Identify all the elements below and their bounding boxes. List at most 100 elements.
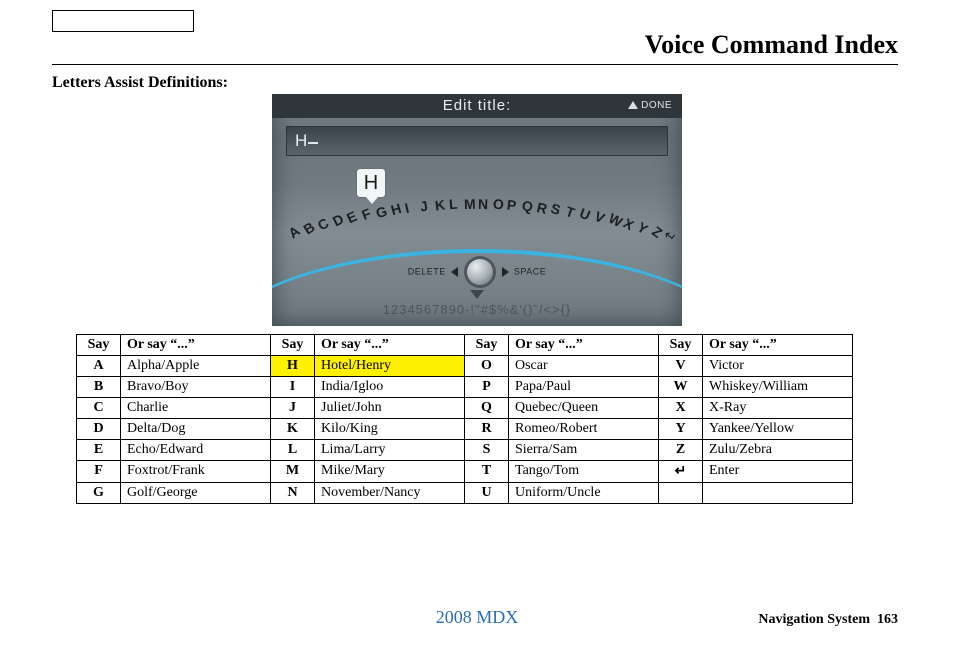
say-cell: C xyxy=(77,398,121,419)
control-knob-icon[interactable] xyxy=(467,259,493,285)
arc-letter[interactable]: K xyxy=(434,197,446,214)
say-cell: F xyxy=(77,461,121,483)
title-rule xyxy=(52,64,898,65)
orsay-cell: Bravo/Boy xyxy=(121,377,271,398)
footer-page-number: 163 xyxy=(877,612,898,627)
arc-letter[interactable]: Q xyxy=(521,197,535,215)
header-orsay: Or say “...” xyxy=(315,335,465,356)
orsay-cell: Lima/Larry xyxy=(315,440,465,461)
input-value: H xyxy=(295,131,308,150)
right-triangle-icon xyxy=(502,267,509,277)
arc-letter[interactable]: G xyxy=(374,202,389,221)
header-orsay: Or say “...” xyxy=(703,335,853,356)
say-cell: Y xyxy=(659,419,703,440)
arc-letter[interactable]: E xyxy=(344,208,359,226)
orsay-cell: Kilo/King xyxy=(315,419,465,440)
arc-letter[interactable]: H xyxy=(389,200,403,218)
arc-letter[interactable]: I xyxy=(404,199,411,215)
orsay-cell: Enter xyxy=(703,461,853,483)
enter-symbol-cell: ↵ xyxy=(659,461,703,483)
orsay-cell: Echo/Edward xyxy=(121,440,271,461)
arc-letter[interactable]: R xyxy=(535,199,548,217)
table-row: BBravo/BoyIIndia/IglooPPapa/PaulWWhiskey… xyxy=(77,377,853,398)
arc-letter[interactable]: F xyxy=(359,205,373,223)
arc-letter[interactable]: A xyxy=(285,223,303,242)
table-row: GGolf/GeorgeNNovember/NancyUUniform/Uncl… xyxy=(77,483,853,504)
phonetic-table: Say Or say “...” Say Or say “...” Say Or… xyxy=(76,334,853,504)
arc-letter[interactable]: U xyxy=(578,205,593,224)
page-title: Voice Command Index xyxy=(645,30,898,60)
arc-letter[interactable]: M xyxy=(464,196,476,212)
orsay-cell: Zulu/Zebra xyxy=(703,440,853,461)
say-cell: P xyxy=(465,377,509,398)
orsay-cell: India/Igloo xyxy=(315,377,465,398)
left-triangle-icon xyxy=(451,267,458,277)
orsay-cell xyxy=(703,483,853,504)
nav-edit-title-label: Edit title: xyxy=(272,97,682,114)
title-input-field[interactable]: H xyxy=(286,126,668,156)
orsay-cell: Foxtrot/Frank xyxy=(121,461,271,483)
orsay-cell: Sierra/Sam xyxy=(509,440,659,461)
say-cell: Q xyxy=(465,398,509,419)
say-cell: G xyxy=(77,483,121,504)
say-cell: R xyxy=(465,419,509,440)
arc-letter[interactable]: J xyxy=(419,198,429,215)
orsay-cell: Oscar xyxy=(509,356,659,377)
say-cell: W xyxy=(659,377,703,398)
header-say: Say xyxy=(77,335,121,356)
arc-letter[interactable]: P xyxy=(506,197,517,214)
say-cell: H xyxy=(271,356,315,377)
table-row: DDelta/DogKKilo/KingRRomeo/RobertYYankee… xyxy=(77,419,853,440)
orsay-cell: Mike/Mary xyxy=(315,461,465,483)
number-symbol-row[interactable]: 1234567890-!"#$%&'()˜/<>{} xyxy=(272,302,682,317)
say-cell: D xyxy=(77,419,121,440)
table-header-row: Say Or say “...” Say Or say “...” Say Or… xyxy=(77,335,853,356)
text-cursor xyxy=(308,142,318,144)
say-cell: N xyxy=(271,483,315,504)
arc-letter[interactable]: L xyxy=(449,196,459,213)
header-orsay: Or say “...” xyxy=(121,335,271,356)
say-cell: U xyxy=(465,483,509,504)
orsay-cell: Alpha/Apple xyxy=(121,356,271,377)
say-cell: A xyxy=(77,356,121,377)
orsay-cell: Romeo/Robert xyxy=(509,419,659,440)
arc-letter[interactable]: O xyxy=(492,196,504,213)
say-cell: E xyxy=(77,440,121,461)
delete-label[interactable]: DELETE xyxy=(408,266,446,276)
orsay-cell: November/Nancy xyxy=(315,483,465,504)
tab-rectangle xyxy=(52,10,194,32)
orsay-cell: Delta/Dog xyxy=(121,419,271,440)
header-say: Say xyxy=(271,335,315,356)
footer-navigation-page: Navigation System 163 xyxy=(758,612,898,628)
orsay-cell: Whiskey/William xyxy=(703,377,853,398)
arc-letter[interactable]: N xyxy=(478,196,489,212)
say-cell: I xyxy=(271,377,315,398)
arc-letter[interactable]: D xyxy=(330,211,346,230)
say-cell xyxy=(659,483,703,504)
orsay-cell: Hotel/Henry xyxy=(315,356,465,377)
arc-letter[interactable]: T xyxy=(563,203,576,221)
arc-letter[interactable]: V xyxy=(592,208,607,226)
orsay-cell: Uniform/Uncle xyxy=(509,483,659,504)
done-button[interactable]: DONE xyxy=(628,100,672,111)
section-heading: Letters Assist Definitions: xyxy=(52,74,228,92)
say-cell: V xyxy=(659,356,703,377)
orsay-cell: Tango/Tom xyxy=(509,461,659,483)
say-cell: S xyxy=(465,440,509,461)
orsay-cell: Papa/Paul xyxy=(509,377,659,398)
up-triangle-icon xyxy=(628,101,638,109)
orsay-cell: Juliet/John xyxy=(315,398,465,419)
orsay-cell: Yankee/Yellow xyxy=(703,419,853,440)
space-label[interactable]: SPACE xyxy=(514,266,546,276)
say-cell: Z xyxy=(659,440,703,461)
orsay-cell: Charlie xyxy=(121,398,271,419)
footer-section-label: Navigation System xyxy=(758,612,870,627)
arc-letter[interactable]: S xyxy=(549,200,562,218)
arc-letters-group: ABCDEFGHIJKLMNOPQRSTUVWXYZ xyxy=(272,194,682,264)
say-cell: M xyxy=(271,461,315,483)
orsay-cell: Quebec/Queen xyxy=(509,398,659,419)
down-triangle-icon xyxy=(470,290,484,299)
say-cell: X xyxy=(659,398,703,419)
table-row: AAlpha/AppleHHotel/HenryOOscarVVictor xyxy=(77,356,853,377)
table-row: FFoxtrot/FrankMMike/MaryTTango/Tom↵Enter xyxy=(77,461,853,483)
